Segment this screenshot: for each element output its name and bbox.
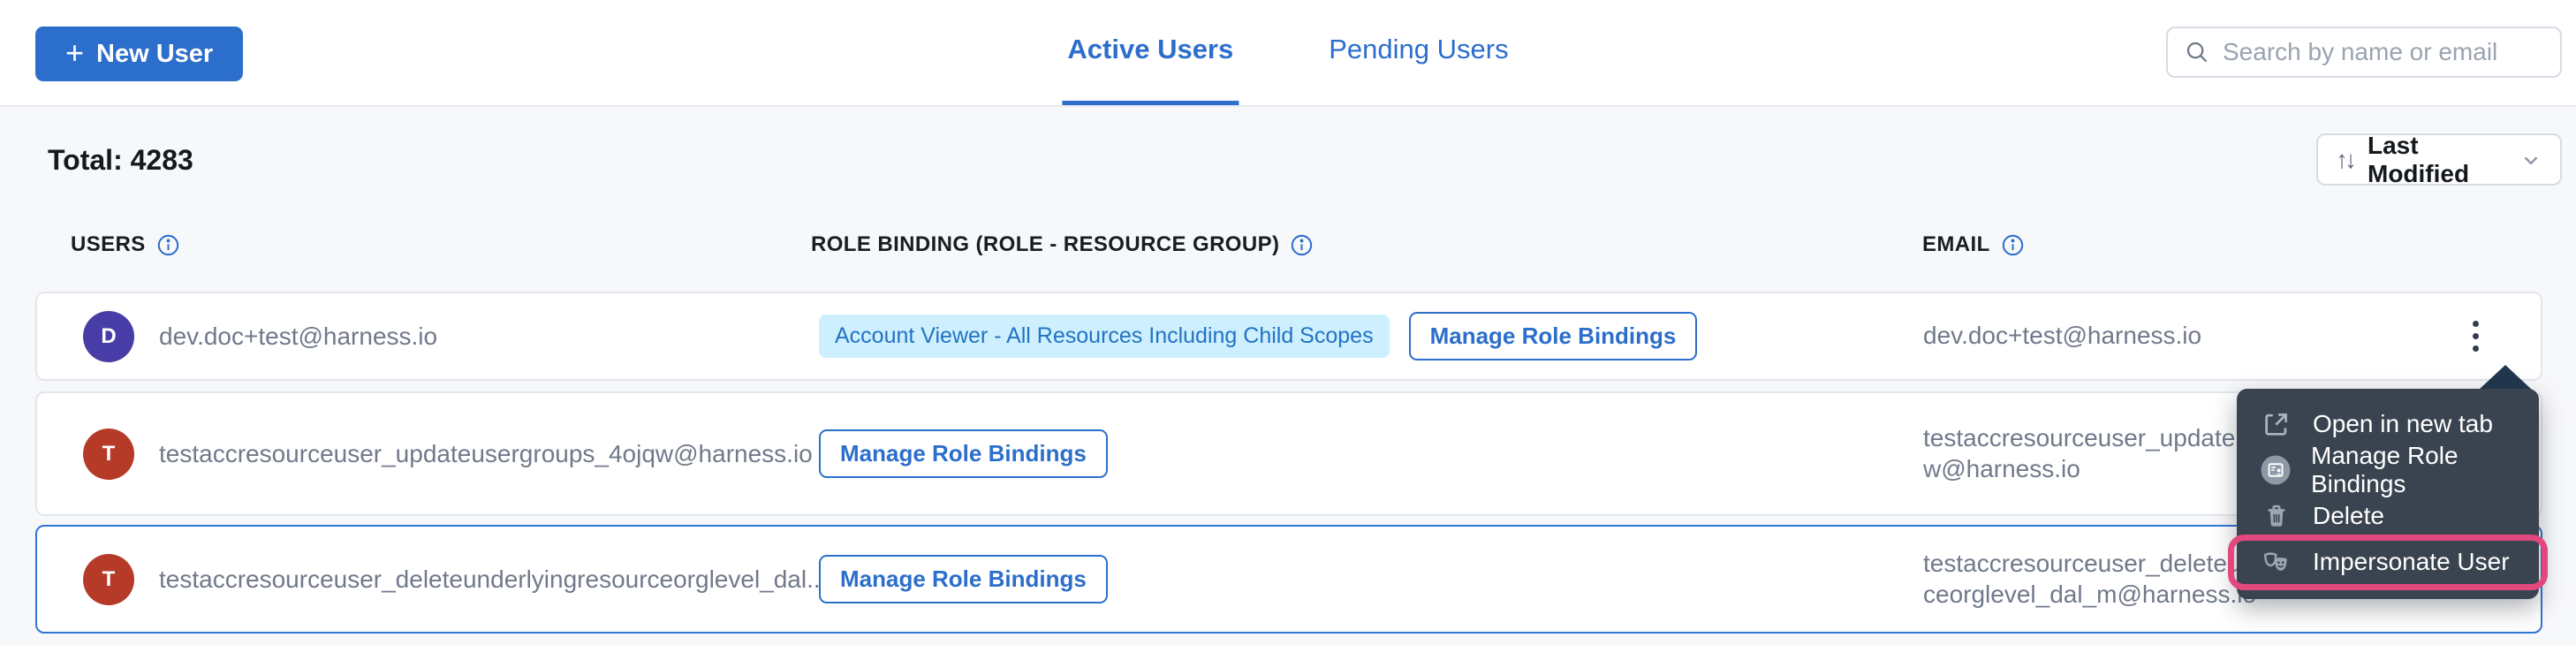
row-options-menu-button[interactable]: [2452, 310, 2498, 363]
email-line: testaccresourceuser_updateu: [1923, 423, 2249, 453]
column-header-role-binding: ROLE BINDING (ROLE - RESOURCE GROUP): [811, 232, 1314, 257]
table-row[interactable]: T testaccresourceuser_deleteunderlyingre…: [35, 525, 2542, 634]
user-cell: D dev.doc+test@harness.io: [83, 293, 437, 379]
avatar: T: [83, 554, 134, 605]
table-column-headers: USERS ROLE BINDING (ROLE - RESOURCE GROU…: [35, 232, 2542, 268]
avatar: D: [83, 311, 134, 362]
email-cell: testaccresourceuser_deleteu ceorglevel_d…: [1923, 527, 2256, 632]
page-header: + New User Active Users Pending Users: [0, 0, 2576, 107]
info-icon[interactable]: [1290, 233, 1314, 257]
search-box[interactable]: [2166, 27, 2562, 78]
menu-item-label: Delete: [2313, 502, 2384, 530]
role-bindings-icon: [2260, 454, 2292, 486]
user-management-page: + New User Active Users Pending Users To…: [0, 0, 2576, 645]
user-cell: T testaccresourceuser_deleteunderlyingre…: [83, 527, 827, 632]
manage-role-bindings-button[interactable]: Manage Role Bindings: [819, 429, 1108, 478]
menu-item-impersonate-user[interactable]: Impersonate User: [2237, 539, 2539, 585]
email-line: ceorglevel_dal_m@harness.io: [1923, 580, 2256, 610]
sort-arrows-icon: ↑↓: [2336, 146, 2353, 174]
user-name: testaccresourceuser_updateusergroups_4oj…: [159, 440, 813, 468]
column-header-email: EMAIL: [1922, 232, 2025, 257]
table-row[interactable]: D dev.doc+test@harness.io Account Viewer…: [35, 292, 2542, 381]
menu-item-label: Open in new tab: [2313, 410, 2493, 438]
info-icon[interactable]: [2001, 233, 2025, 257]
info-icon[interactable]: [156, 233, 180, 257]
user-name: testaccresourceuser_deleteunderlyingreso…: [159, 565, 827, 594]
tab-bar: Active Users Pending Users: [1062, 0, 1513, 105]
table-row[interactable]: T testaccresourceuser_updateusergroups_4…: [35, 391, 2542, 516]
email-cell: testaccresourceuser_updateu w@harness.io: [1923, 393, 2249, 514]
search-icon: [2184, 39, 2210, 65]
tab-active-users[interactable]: Active Users: [1062, 0, 1239, 105]
user-cell: T testaccresourceuser_updateusergroups_4…: [83, 393, 813, 514]
email-cell: dev.doc+test@harness.io: [1923, 293, 2201, 379]
impersonate-masks-icon: [2260, 546, 2293, 578]
menu-item-label: Impersonate User: [2313, 548, 2510, 576]
manage-role-bindings-button[interactable]: Manage Role Bindings: [1409, 312, 1698, 360]
column-header-role-binding-label: ROLE BINDING (ROLE - RESOURCE GROUP): [811, 232, 1279, 257]
menu-item-manage-role-bindings[interactable]: Manage Role Bindings: [2237, 447, 2539, 493]
menu-item-open-in-new-tab[interactable]: Open in new tab: [2237, 401, 2539, 447]
manage-role-bindings-button[interactable]: Manage Role Bindings: [819, 555, 1108, 603]
role-binding-cell: Account Viewer - All Resources Including…: [819, 293, 1697, 379]
email-line: dev.doc+test@harness.io: [1923, 321, 2201, 351]
role-binding-cell: Manage Role Bindings: [819, 393, 1108, 514]
menu-item-label: Manage Role Bindings: [2311, 442, 2516, 498]
total-count-label: Total: 4283: [48, 144, 193, 177]
chevron-down-icon: [2519, 148, 2542, 171]
tab-pending-users[interactable]: Pending Users: [1323, 0, 1513, 105]
role-binding-cell: Manage Role Bindings: [819, 527, 1108, 632]
menu-item-delete[interactable]: Delete: [2237, 493, 2539, 539]
new-user-button-label: New User: [96, 40, 213, 69]
email-line: w@harness.io: [1923, 454, 2249, 484]
user-name: dev.doc+test@harness.io: [159, 322, 437, 351]
email-line: testaccresourceuser_deleteu: [1923, 549, 2256, 579]
context-menu-caret: [2479, 365, 2532, 390]
sort-dropdown[interactable]: ↑↓ Last Modified: [2316, 133, 2562, 186]
row-context-menu: Open in new tab Manage Role Bindings: [2237, 389, 2539, 599]
column-header-users-label: USERS: [71, 232, 146, 257]
column-header-email-label: EMAIL: [1922, 232, 1990, 257]
plus-icon: +: [65, 37, 84, 69]
search-input[interactable]: [2223, 38, 2544, 66]
role-binding-badge: Account Viewer - All Resources Including…: [819, 315, 1390, 358]
column-header-users: USERS: [71, 232, 180, 257]
avatar: T: [83, 429, 134, 480]
open-in-new-tab-icon: [2260, 409, 2293, 439]
sort-dropdown-label: Last Modified: [2368, 132, 2505, 188]
trash-icon: [2260, 502, 2293, 530]
new-user-button[interactable]: + New User: [35, 27, 243, 81]
